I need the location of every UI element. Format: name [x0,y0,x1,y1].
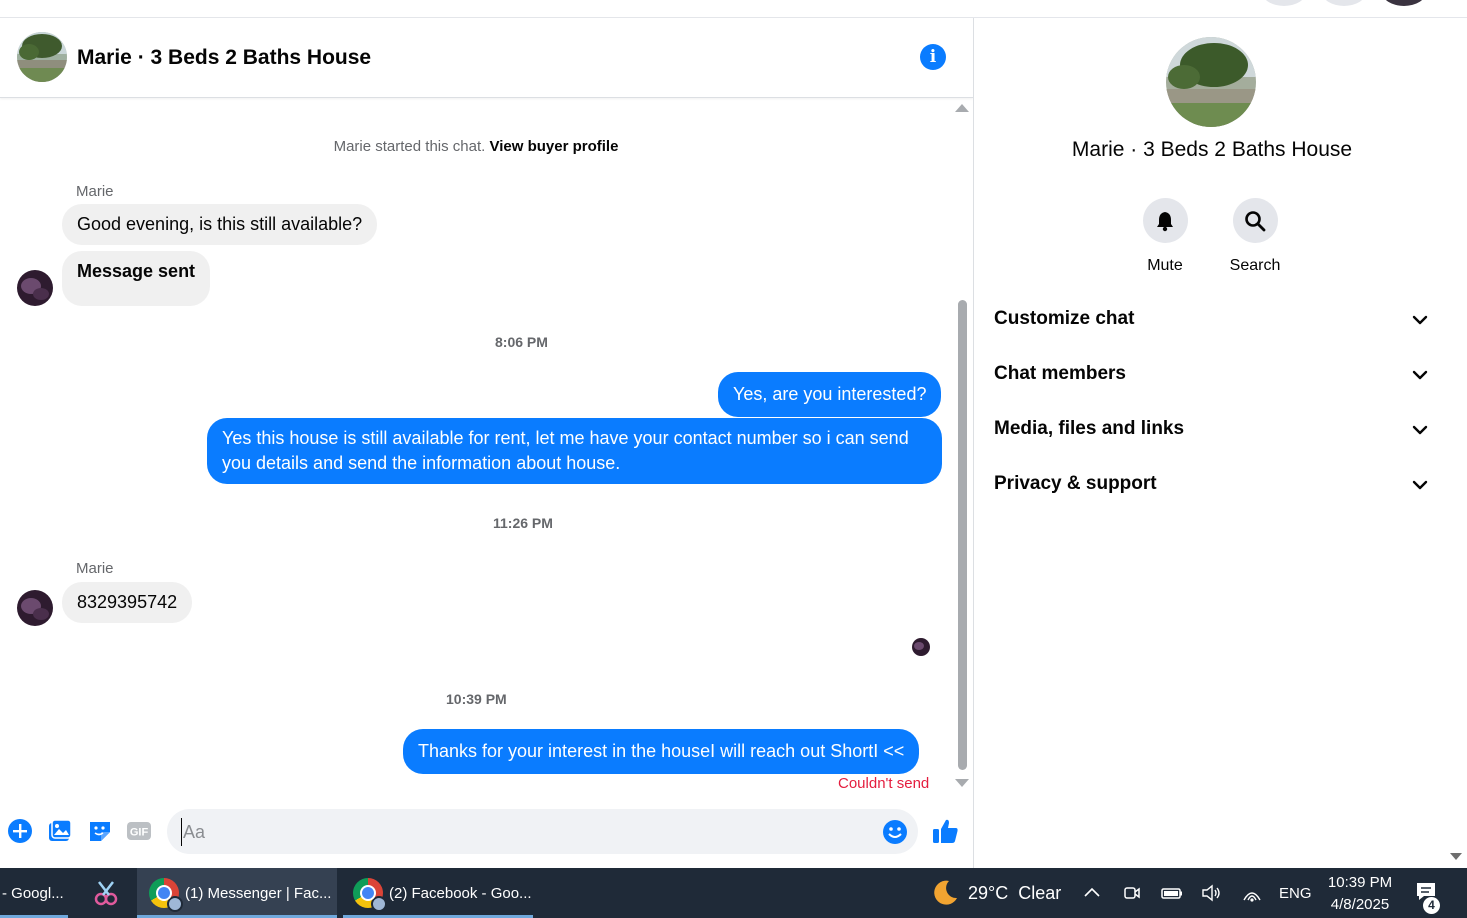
sender-avatar[interactable] [17,270,53,306]
read-receipt-avatar [912,638,930,656]
gif-icon[interactable]: GIF [126,818,152,844]
weather-widget[interactable]: 29°C Clear [930,868,1061,918]
section-privacy-support[interactable]: Privacy & support [994,465,1434,505]
chrome-icon [353,878,387,912]
view-buyer-profile-link[interactable]: View buyer profile [489,138,618,155]
taskbar-label: (2) Facebook - Goo... [389,884,532,902]
message-input[interactable] [181,818,871,846]
message-bubble-incoming[interactable]: 8329395742 [62,582,193,623]
taskbar-item-google[interactable]: - Googl... [0,868,68,918]
scrollbar-thumb[interactable] [958,300,967,770]
chat-start-notice: Marie started this chat. View buyer prof… [0,138,952,155]
chat-title[interactable]: Marie · 3 Beds 2 Baths House [77,46,371,70]
taskbar-item-messenger[interactable]: (1) Messenger | Fac... [137,868,337,918]
send-error-text[interactable]: Couldn't send [838,775,929,792]
mute-action[interactable]: Mute [1120,198,1210,275]
mute-label: Mute [1147,257,1183,274]
sender-avatar[interactable] [17,590,53,626]
taskbar-label: (1) Messenger | Fac... [185,884,332,902]
top-bar [0,0,1467,18]
chevron-down-icon[interactable] [1410,365,1430,385]
message-input-box[interactable] [167,809,918,854]
chat-pane: Marie · 3 Beds 2 Baths House i Marie sta… [0,18,973,868]
sender-name: Marie [76,560,114,577]
chat-start-text: Marie started this chat. [333,138,486,155]
section-label: Privacy & support [994,473,1157,494]
profile-avatar[interactable] [1382,0,1426,6]
message-bubble-outgoing[interactable]: Yes this house is still available for re… [207,418,942,484]
message-bubble-outgoing[interactable]: Yes, are you interested? [718,372,942,417]
taskbar-label: - Googl... [2,884,64,902]
thumbs-up-icon[interactable] [931,817,959,845]
details-avatar[interactable] [1166,37,1256,127]
top-nav-button[interactable] [1322,0,1366,6]
windows-taskbar: - Googl... (1) Messenger | Fac... (2) Fa… [0,868,1467,918]
system-clock[interactable]: 10:39 PM 4/8/2025 [1322,872,1398,916]
chevron-up-icon[interactable] [1082,868,1102,918]
bell-icon[interactable] [1142,198,1188,243]
chat-details-panel: Marie · 3 Beds 2 Baths House Mute Search… [973,18,1449,868]
wifi-icon[interactable] [1241,868,1263,918]
scroll-down-arrow[interactable] [1450,853,1462,860]
chrome-icon [149,878,183,912]
snipping-tool-icon[interactable] [88,868,124,918]
details-title: Marie · 3 Beds 2 Baths House [1071,138,1353,161]
chat-header: Marie · 3 Beds 2 Baths House i [0,18,973,98]
section-label: Chat members [994,363,1126,384]
volume-icon[interactable] [1200,868,1222,918]
notification-icon[interactable]: 4 [1414,868,1444,918]
section-chat-members[interactable]: Chat members [994,355,1434,395]
scroll-up-arrow[interactable] [955,104,969,112]
emoji-icon[interactable] [882,819,908,845]
scroll-down-arrow[interactable] [955,779,969,787]
message-sent-card[interactable]: Message sent [62,251,211,306]
top-nav-button[interactable] [1262,0,1306,6]
section-label: Media, files and links [994,418,1185,439]
search-label: Search [1229,257,1281,274]
chevron-down-icon[interactable] [1410,310,1430,330]
clock-time: 10:39 PM [1327,874,1393,891]
plus-icon[interactable] [7,818,33,844]
timestamp: 11:26 PM [493,515,553,531]
language-indicator[interactable]: ENG [1279,868,1312,918]
section-media-files-links[interactable]: Media, files and links [994,410,1434,450]
chat-avatar[interactable] [17,32,67,82]
meet-icon[interactable] [1122,868,1142,918]
search-action[interactable]: Search [1210,198,1300,275]
section-customize-chat[interactable]: Customize chat [994,300,1434,340]
search-icon[interactable] [1232,198,1278,243]
page-scrollbar[interactable] [1449,18,1467,868]
notification-badge: 4 [1423,897,1440,914]
clock-date: 4/8/2025 [1330,896,1390,913]
timestamp: 10:39 PM [446,691,507,707]
sticker-icon[interactable] [87,818,113,844]
message-bubble-incoming[interactable]: Good evening, is this still available? [62,204,378,245]
info-icon[interactable]: i [920,44,946,70]
taskbar-item-facebook[interactable]: (2) Facebook - Goo... [343,868,533,918]
svg-text:GIF: GIF [130,827,149,839]
chevron-down-icon[interactable] [1410,420,1430,440]
moon-icon [930,878,960,908]
section-label: Customize chat [994,308,1135,329]
battery-icon[interactable] [1160,868,1184,918]
sender-name: Marie [76,183,114,200]
chevron-down-icon[interactable] [1410,475,1430,495]
message-bubble-outgoing-failed[interactable]: Thanks for your interest in the houseI w… [403,729,920,774]
timestamp: 8:06 PM [495,334,548,350]
weather-text: 29°C Clear [968,882,1062,903]
photo-icon[interactable] [47,818,73,844]
